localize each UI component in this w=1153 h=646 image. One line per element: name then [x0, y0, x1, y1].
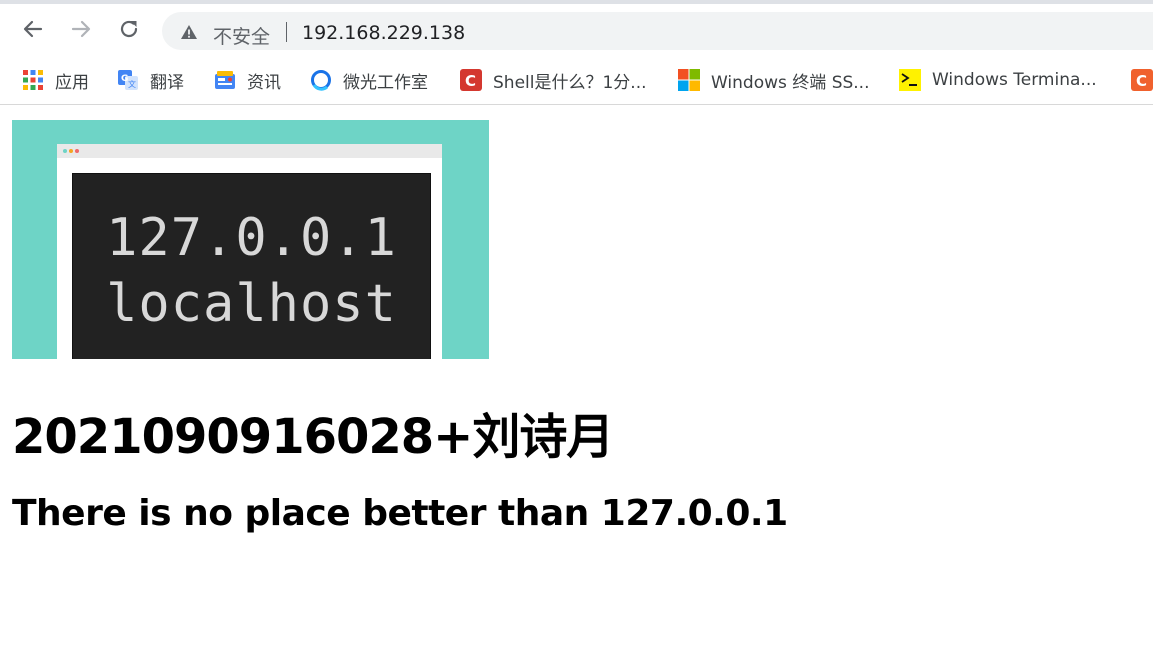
bookmark-windows-terminal-ssh[interactable]: Windows 终端 SS... [678, 67, 870, 93]
apps-grid-icon [22, 69, 44, 91]
illustration-terminal: 127.0.0.1 localhost [72, 173, 431, 359]
omnibox-divider [286, 22, 287, 42]
bookmark-label: 微光工作室 [343, 72, 428, 93]
svg-text:C: C [1136, 72, 1147, 90]
window-dot [69, 149, 73, 153]
bookmark-csdn-overflow[interactable]: C [1131, 67, 1153, 93]
image-text-localhost: localhost [106, 274, 397, 334]
back-button[interactable] [19, 15, 47, 43]
security-status-label[interactable]: 不安全 [213, 22, 270, 49]
news-icon [214, 69, 236, 91]
arrow-right-icon [71, 20, 91, 38]
bookmark-label: 资讯 [247, 72, 281, 93]
window-dot [63, 149, 67, 153]
svg-text:文: 文 [128, 79, 136, 89]
csdn-icon: C [460, 69, 482, 91]
reload-button[interactable] [115, 15, 143, 43]
reload-icon [120, 20, 138, 38]
bookmark-label: Shell是什么？1分... [493, 72, 647, 93]
page-subheading: There is no place better than 127.0.0.1 [12, 493, 788, 534]
bookmark-label: 应用 [55, 72, 89, 93]
bookmark-windows-terminal[interactable]: Windows Termina... [899, 67, 1097, 93]
bookmark-weiguang[interactable]: 微光工作室 [310, 67, 428, 93]
localhost-image: 127.0.0.1 localhost [12, 120, 489, 359]
browser-toolbar: 不安全 192.168.229.138 [0, 4, 1153, 56]
illustration-titlebar [57, 144, 442, 158]
image-text-ip: 127.0.0.1 [106, 208, 397, 268]
microsoft-icon [678, 69, 700, 91]
page-heading: 2021090916028+刘诗月 [12, 409, 614, 465]
window-dot [75, 149, 79, 153]
forward-button[interactable] [67, 15, 95, 43]
bookmark-translate[interactable]: G 文 翻译 [117, 67, 184, 93]
csdn-icon: C [1131, 69, 1153, 91]
warning-triangle-icon[interactable] [180, 24, 198, 40]
bookmark-news[interactable]: 资讯 [214, 67, 281, 93]
bookmark-label: 翻译 [150, 72, 184, 93]
bookmark-label: Windows 终端 SS... [711, 72, 870, 93]
bookmark-apps[interactable]: 应用 [22, 67, 89, 93]
arrow-left-icon [23, 20, 43, 38]
terminal-icon [899, 69, 921, 91]
address-bar[interactable]: 不安全 192.168.229.138 [162, 12, 1153, 50]
url-text[interactable]: 192.168.229.138 [302, 22, 465, 44]
google-translate-icon: G 文 [117, 69, 139, 91]
ring-icon [310, 69, 332, 91]
bookmarks-bar: 应用 G 文 翻译 资讯 微光工作室 C Shell是什么？1分... Wind… [0, 56, 1153, 105]
page-content: 127.0.0.1 localhost 2021090916028+刘诗月 Th… [0, 105, 1153, 646]
svg-text:C: C [465, 72, 476, 90]
illustration-window: 127.0.0.1 localhost [57, 144, 442, 359]
bookmark-label: Windows Termina... [932, 70, 1097, 90]
bookmark-shell[interactable]: C Shell是什么？1分... [460, 67, 647, 93]
